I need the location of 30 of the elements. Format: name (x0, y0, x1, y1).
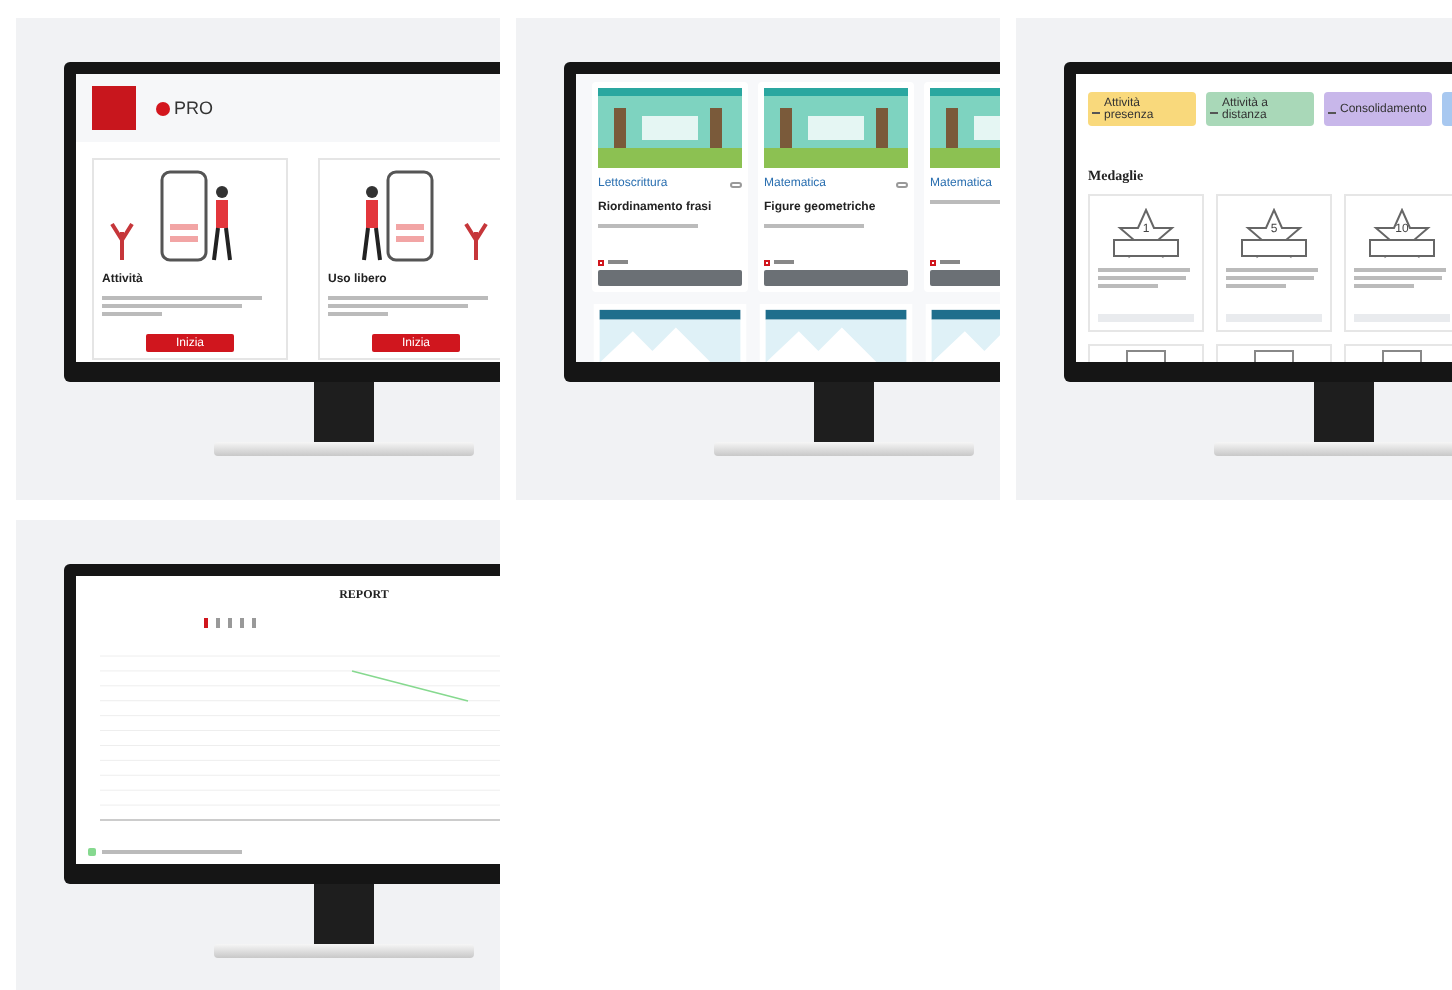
logo-icon (156, 101, 170, 115)
text-line (1354, 275, 1442, 279)
exercise-thumbnail-drawing (598, 88, 742, 168)
legend-text-line (102, 850, 242, 854)
text-line (1354, 283, 1414, 287)
info-icon (896, 182, 908, 188)
info-icon (730, 182, 742, 188)
button-bar[interactable] (598, 269, 742, 286)
exercise-thumbnail-drawing (764, 88, 908, 168)
legend-swatch (88, 848, 96, 856)
text-line (930, 200, 1000, 204)
text-line (1226, 283, 1286, 287)
brand-logo (92, 86, 136, 130)
text-line (1098, 283, 1158, 287)
calendar-icon (930, 259, 936, 266)
text-line (1098, 267, 1190, 271)
calendar-icon (598, 259, 604, 266)
button-bar[interactable] (764, 269, 908, 286)
text-line (328, 312, 388, 316)
text-line (102, 312, 162, 316)
text-line (1354, 267, 1446, 271)
calendar-icon (764, 259, 770, 266)
text-line (102, 304, 242, 308)
logo-text: PRO (174, 99, 214, 117)
text-line (328, 304, 468, 308)
text-line (764, 224, 864, 228)
text-line (1226, 275, 1314, 279)
text-line (1226, 267, 1318, 271)
text-line (598, 224, 698, 228)
text-line (1098, 275, 1186, 279)
